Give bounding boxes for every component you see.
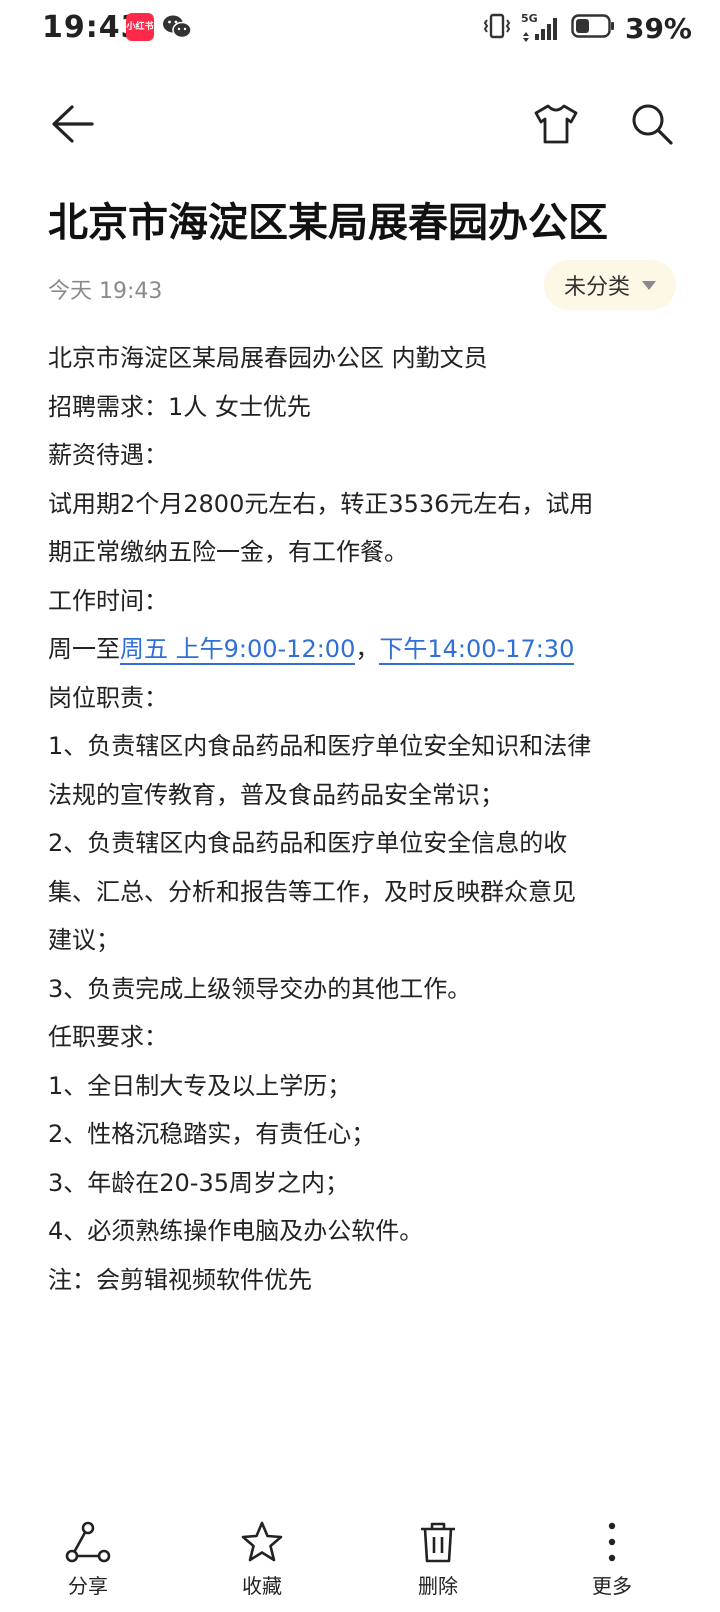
note-line: 北京市海淀区某局展春园办公区 内勤文员 xyxy=(48,344,488,372)
status-indicators: 5G 39% xyxy=(483,11,692,45)
schedule-separator: ， xyxy=(355,635,380,663)
status-bar: 19:43 小红书 5G 39% xyxy=(0,0,720,56)
trash-icon xyxy=(421,1522,455,1563)
more-button[interactable]: 更多 xyxy=(562,1510,662,1610)
more-label: 更多 xyxy=(592,1574,632,1598)
note-line: 2、负责辖区内食品药品和医疗单位安全信息的收 xyxy=(48,829,568,857)
note-line: 1、全日制大专及以上学历； xyxy=(48,1071,352,1100)
share-button[interactable]: 分享 xyxy=(38,1510,138,1610)
tshirt-icon xyxy=(534,104,578,144)
note-line: 4、必须熟练操作电脑及办公软件。 xyxy=(48,1217,424,1245)
favorite-button[interactable]: 收藏 xyxy=(212,1510,312,1610)
note-body[interactable]: 北京市海淀区某局展春园办公区 内勤文员 招聘需求：1人 女士优先 薪资待遇： 试… xyxy=(48,334,688,1304)
theme-button[interactable] xyxy=(528,96,584,152)
note-line: 集、汇总、分析和报告等工作，及时反映群众意见 xyxy=(48,877,576,906)
schedule-prefix: 周一至 xyxy=(48,635,120,663)
vibrate-icon xyxy=(483,12,511,44)
wechat-icon xyxy=(162,13,192,41)
note-line: 岗位职责： xyxy=(48,683,168,712)
note-line: 法规的宣传教育，普及食品药品安全常识； xyxy=(48,780,504,809)
note-line: 任职要求： xyxy=(48,1023,168,1051)
category-selector[interactable]: 未分类 xyxy=(544,260,676,310)
battery-percent: 39% xyxy=(624,11,692,45)
delete-label: 删除 xyxy=(418,1574,458,1598)
note-line: 3、负责完成上级领导交办的其他工作。 xyxy=(48,974,472,1003)
battery-icon xyxy=(571,13,615,43)
note-line-schedule: 周一至周五 上午9:00-12:00，下午14:00-17:30 xyxy=(48,625,688,674)
more-vertical-icon xyxy=(608,1522,616,1562)
category-label: 未分类 xyxy=(563,275,630,300)
signal-5g-icon: 5G xyxy=(521,12,561,42)
arrow-left-icon xyxy=(52,105,94,143)
star-icon xyxy=(241,1521,283,1562)
favorite-label: 收藏 xyxy=(242,1574,282,1598)
note-line: 工作时间： xyxy=(48,586,168,615)
back-button[interactable] xyxy=(44,96,100,152)
note-line: 建议； xyxy=(48,926,120,954)
note-line: 期正常缴纳五险一金，有工作餐。 xyxy=(48,538,408,566)
share-icon xyxy=(65,1521,111,1563)
bottom-action-bar: 分享 收藏 删除 更多 xyxy=(0,1510,720,1612)
note-line: 3、年龄在20-35周岁之内； xyxy=(48,1168,350,1197)
schedule-link-morning[interactable]: 周五 上午9:00-12:00 xyxy=(120,635,356,665)
note-title[interactable]: 北京市海淀区某局展春园办公区 xyxy=(48,190,608,248)
note-toolbar xyxy=(0,84,720,164)
search-button[interactable] xyxy=(624,96,680,152)
schedule-link-afternoon[interactable]: 下午14:00-17:30 xyxy=(379,635,575,665)
note-line: 试用期2个月2800元左右，转正3536元左右，试用 xyxy=(48,489,594,518)
search-icon xyxy=(632,104,673,145)
note-line: 注：会剪辑视频软件优先 xyxy=(48,1265,312,1294)
xiaohongshu-app-icon: 小红书 xyxy=(126,13,154,41)
chevron-down-icon xyxy=(642,280,656,290)
note-line: 招聘需求：1人 女士优先 xyxy=(48,392,311,421)
note-line: 1、负责辖区内食品药品和医疗单位安全知识和法律 xyxy=(48,732,592,760)
note-line: 2、性格沉稳踏实，有责任心； xyxy=(48,1120,376,1148)
note-timestamp: 今天 19:43 xyxy=(48,279,163,304)
share-label: 分享 xyxy=(68,1574,108,1598)
note-line: 薪资待遇： xyxy=(48,441,168,469)
delete-button[interactable]: 删除 xyxy=(388,1510,488,1610)
